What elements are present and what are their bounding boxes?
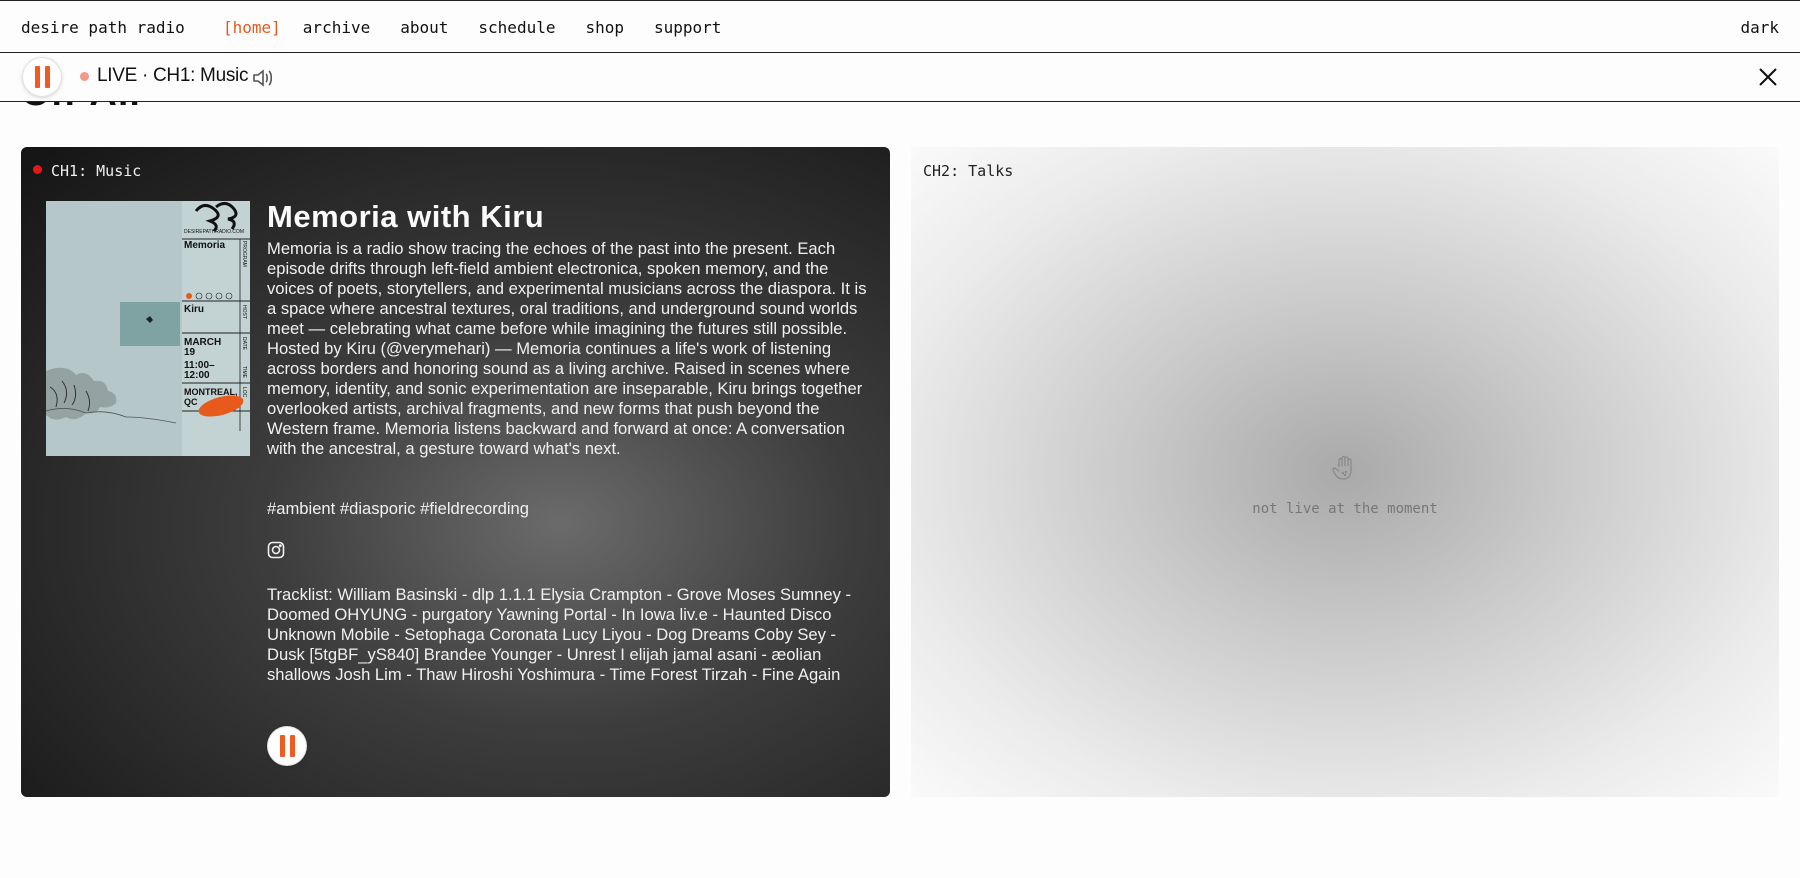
- live-status: LIVE · CH1: Music: [97, 65, 249, 86]
- nav-link-support[interactable]: support: [654, 18, 721, 37]
- top-nav: desire path radio [home] archive about s…: [0, 0, 1800, 53]
- player-pause-button[interactable]: [23, 58, 61, 96]
- show-tags[interactable]: #ambient #diasporic #fieldrecording: [267, 499, 529, 519]
- svg-text:LOC: LOC: [241, 387, 247, 398]
- svg-text:HOST: HOST: [241, 305, 247, 319]
- instagram-icon[interactable]: [267, 541, 285, 559]
- show-title: Memoria with Kiru: [267, 199, 545, 234]
- channel-2-status: not live at the moment: [1252, 501, 1438, 517]
- svg-text:Kiru: Kiru: [184, 304, 204, 315]
- nav-link-shop[interactable]: shop: [585, 18, 624, 37]
- speaker-icon[interactable]: [251, 66, 275, 90]
- pause-icon: [279, 735, 285, 757]
- nav-link-schedule[interactable]: schedule: [478, 18, 555, 37]
- svg-text:PROGRAM: PROGRAM: [241, 241, 247, 267]
- svg-text:TIME: TIME: [241, 366, 247, 379]
- channel-2-label: CH2: Talks: [923, 162, 1014, 180]
- site-brand[interactable]: desire path radio: [21, 18, 185, 37]
- channel-1-card: CH1: Music DESIREPATHRADIO.COM Memoria K…: [21, 147, 890, 797]
- show-tracklist: Tracklist: William Basinski - dlp 1.1.1 …: [267, 585, 852, 684]
- channel-1-pause-button[interactable]: [268, 727, 306, 765]
- channel-2-card: CH2: Talks not live at the moment: [911, 147, 1779, 797]
- live-dot: [33, 165, 42, 174]
- nav-link-about[interactable]: about: [400, 18, 448, 37]
- svg-text:QC: QC: [184, 397, 198, 407]
- svg-text:DATE: DATE: [241, 337, 247, 351]
- close-icon[interactable]: [1757, 66, 1779, 88]
- svg-text:Memoria: Memoria: [184, 240, 226, 251]
- svg-text:DESIREPATHRADIO.COM: DESIREPATHRADIO.COM: [184, 229, 244, 235]
- live-indicator-dot: [80, 72, 89, 81]
- show-artwork: DESIREPATHRADIO.COM Memoria Kiru MARCH 1…: [46, 201, 250, 456]
- svg-text:12:00: 12:00: [184, 370, 210, 381]
- nav-links: [home] archive about schedule shop suppo…: [223, 18, 751, 37]
- player-bar: LIVE · CH1: Music: [0, 53, 1800, 102]
- hand-icon: [1332, 455, 1352, 480]
- show-description: Memoria is a radio show tracing the echo…: [267, 239, 867, 458]
- nav-link-home[interactable]: [home]: [223, 18, 281, 37]
- svg-text:MONTREAL,: MONTREAL,: [184, 387, 238, 397]
- nav-link-archive[interactable]: archive: [303, 18, 370, 37]
- channel-1-label: CH1: Music: [51, 162, 142, 180]
- theme-toggle[interactable]: dark: [1740, 18, 1779, 37]
- artwork-graphic: DESIREPATHRADIO.COM Memoria Kiru MARCH 1…: [46, 201, 250, 456]
- svg-text:19: 19: [184, 347, 196, 358]
- pause-icon: [34, 66, 40, 88]
